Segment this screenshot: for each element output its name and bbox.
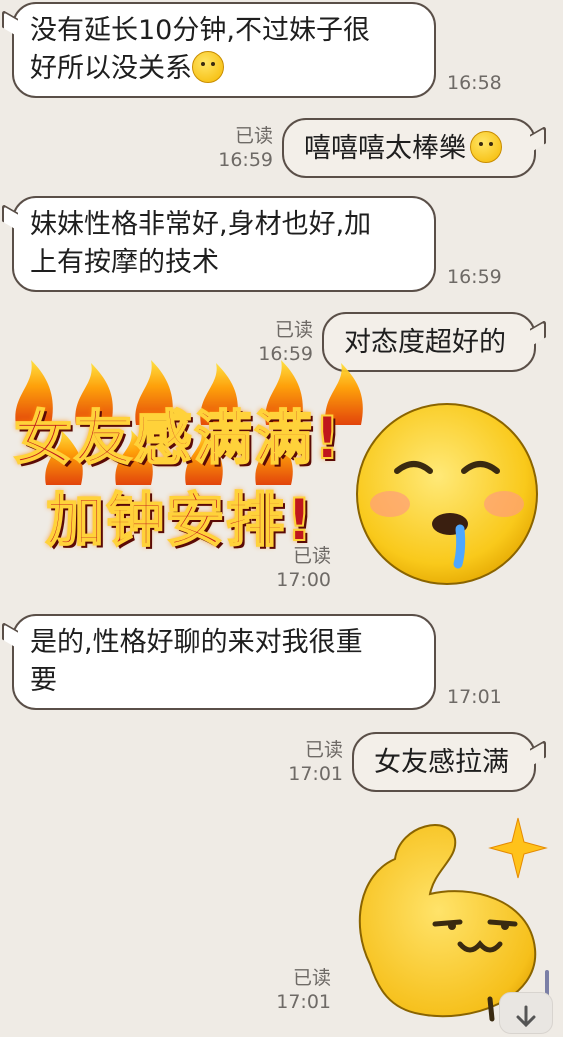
message-meta: 已读 17:00: [276, 544, 331, 592]
sticker-caption-line-1: 女友感满满!: [13, 403, 343, 473]
message-text-line: 要: [30, 665, 57, 696]
message-text-fragment: 好所以没关系: [30, 53, 192, 84]
read-receipt: 已读: [234, 125, 273, 147]
sticker-caption-line-2: 加钟安排!: [45, 485, 315, 555]
message-text-line: 好所以没关系: [30, 50, 418, 88]
arrow-down-icon: [516, 1005, 536, 1028]
message-time: 16:59: [447, 266, 502, 288]
message-text: 对态度超好的: [344, 327, 506, 358]
message-meta: 已读 16:59: [218, 124, 273, 172]
incoming-message-1[interactable]: 没有延长10分钟,不过妹子很 好所以没关系: [12, 2, 436, 98]
chat-thread[interactable]: 没有延长10分钟,不过妹子很 好所以没关系 16:58 已读 16:59 嘻嘻嘻…: [0, 0, 563, 1034]
scroll-to-bottom-button[interactable]: [499, 992, 553, 1034]
message-text-line: 没有延长10分钟,不过妹子很: [30, 15, 370, 46]
message-time: 17:00: [276, 569, 331, 591]
read-receipt: 已读: [292, 967, 331, 989]
message-text: 女友感拉满: [374, 747, 509, 778]
message-meta: 已读 17:01: [288, 738, 343, 786]
drooling-face-icon: [356, 403, 538, 585]
message-text-line: 是的,性格好聊的来对我很重: [30, 627, 363, 658]
sparkle-icon: [488, 817, 548, 879]
message-text-line: 妹妹性格非常好,身材也好,加: [30, 209, 372, 240]
message-text: 嘻嘻嘻太棒樂: [304, 133, 466, 164]
outgoing-message-2[interactable]: 嘻嘻嘻太棒樂: [282, 118, 536, 178]
message-time: 16:59: [218, 149, 273, 171]
message-time: 16:58: [447, 72, 502, 94]
incoming-message-3[interactable]: 妹妹性格非常好,身材也好,加 上有按摩的技术: [12, 196, 436, 292]
message-time: 17:01: [276, 991, 331, 1013]
message-time: 17:01: [288, 763, 343, 785]
thumbs-up-emoji-icon: [192, 51, 224, 83]
drooling-face-emoji-icon: [470, 131, 502, 163]
read-receipt: 已读: [304, 739, 343, 761]
incoming-message-6[interactable]: 是的,性格好聊的来对我很重 要: [12, 614, 436, 710]
message-text-line: 上有按摩的技术: [30, 247, 219, 278]
outgoing-message-7[interactable]: 女友感拉满: [352, 732, 536, 792]
read-receipt: 已读: [274, 319, 313, 341]
message-time: 17:01: [447, 686, 502, 708]
message-meta: 已读 17:01: [276, 966, 331, 1014]
read-receipt: 已读: [292, 545, 331, 567]
